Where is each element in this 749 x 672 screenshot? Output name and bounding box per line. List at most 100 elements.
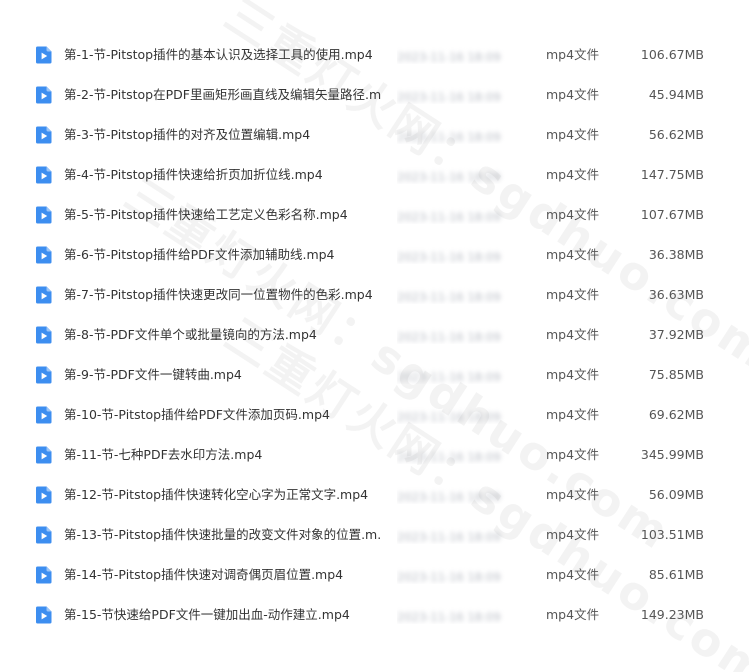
file-size: 37.92MB: [648, 327, 704, 342]
file-type: mp4文件: [546, 567, 600, 582]
file-size: 85.61MB: [648, 567, 704, 582]
file-list: 第-1-节-Pitstop插件的基本认识及选择工具的使用.mp4 2023-11…: [0, 35, 749, 635]
file-modified-date: 2023-11-16 18:09: [397, 326, 507, 344]
file-row[interactable]: 第-14-节-Pitstop插件快速对调奇偶页眉位置.mp4 2023-11-1…: [0, 555, 749, 595]
file-modified-date: 2023-11-16 18:09: [397, 126, 507, 144]
file-row[interactable]: 第-15-节快速给PDF文件一键加出血-动作建立.mp4 2023-11-16 …: [0, 595, 749, 635]
file-date-text: 2023-11-16 18:09: [397, 250, 501, 264]
file-type: mp4文件: [546, 527, 600, 542]
video-file-icon: [36, 126, 52, 144]
file-modified-date: 2023-11-16 18:09: [397, 86, 507, 104]
video-file-icon: [36, 606, 52, 624]
file-size: 147.75MB: [640, 167, 704, 182]
file-date-text: 2023-11-16 18:09: [397, 130, 501, 144]
file-type: mp4文件: [546, 327, 600, 342]
file-date-text: 2023-11-16 18:09: [397, 490, 501, 504]
file-type: mp4文件: [546, 87, 600, 102]
file-name: 第-3-节-Pitstop插件的对齐及位置编辑.mp4: [64, 127, 311, 142]
file-name: 第-9-节-PDF文件一键转曲.mp4: [64, 367, 242, 382]
file-row[interactable]: 第-5-节-Pitstop插件快速给工艺定义色彩名称.mp4 2023-11-1…: [0, 195, 749, 235]
file-row[interactable]: 第-2-节-Pitstop在PDF里画矩形画直线及编辑矢量路径.m... 202…: [0, 75, 749, 115]
file-modified-date: 2023-11-16 18:09: [397, 486, 507, 504]
file-row[interactable]: 第-11-节-七种PDF去水印方法.mp4 2023-11-16 18:09 m…: [0, 435, 749, 475]
file-name: 第-10-节-Pitstop插件给PDF文件添加页码.mp4: [64, 407, 330, 422]
video-file-icon: [36, 566, 52, 584]
file-size: 69.62MB: [648, 407, 704, 422]
file-row[interactable]: 第-7-节-Pitstop插件快速更改同一位置物件的色彩.mp4 2023-11…: [0, 275, 749, 315]
file-date-text: 2023-11-16 18:09: [397, 410, 501, 424]
file-size: 36.63MB: [648, 287, 704, 302]
file-size: 103.51MB: [640, 527, 704, 542]
file-row[interactable]: 第-3-节-Pitstop插件的对齐及位置编辑.mp4 2023-11-16 1…: [0, 115, 749, 155]
video-file-icon: [36, 206, 52, 224]
file-date-text: 2023-11-16 18:09: [397, 210, 501, 224]
file-name: 第-1-节-Pitstop插件的基本认识及选择工具的使用.mp4: [64, 47, 373, 62]
file-row[interactable]: 第-10-节-Pitstop插件给PDF文件添加页码.mp4 2023-11-1…: [0, 395, 749, 435]
file-size: 56.09MB: [648, 487, 704, 502]
file-type: mp4文件: [546, 487, 600, 502]
file-date-text: 2023-11-16 18:09: [397, 570, 501, 584]
file-modified-date: 2023-11-16 18:09: [397, 406, 507, 424]
file-name: 第-8-节-PDF文件单个或批量镜向的方法.mp4: [64, 327, 317, 342]
file-size: 107.67MB: [640, 207, 704, 222]
file-type: mp4文件: [546, 607, 600, 622]
file-date-text: 2023-11-16 18:09: [397, 170, 501, 184]
file-date-text: 2023-11-16 18:09: [397, 610, 501, 624]
file-name: 第-4-节-Pitstop插件快速给折页加折位线.mp4: [64, 167, 323, 182]
file-row[interactable]: 第-6-节-Pitstop插件给PDF文件添加辅助线.mp4 2023-11-1…: [0, 235, 749, 275]
file-modified-date: 2023-11-16 18:09: [397, 46, 507, 64]
file-date-text: 2023-11-16 18:09: [397, 50, 501, 64]
video-file-icon: [36, 286, 52, 304]
file-name: 第-13-节-Pitstop插件快速批量的改变文件对象的位置.m...: [64, 527, 382, 542]
file-modified-date: 2023-11-16 18:09: [397, 366, 507, 384]
video-file-icon: [36, 406, 52, 424]
file-date-text: 2023-11-16 18:09: [397, 370, 501, 384]
video-file-icon: [36, 366, 52, 384]
file-type: mp4文件: [546, 407, 600, 422]
file-size: 75.85MB: [648, 367, 704, 382]
file-name: 第-2-节-Pitstop在PDF里画矩形画直线及编辑矢量路径.m...: [64, 87, 382, 102]
file-row[interactable]: 第-1-节-Pitstop插件的基本认识及选择工具的使用.mp4 2023-11…: [0, 35, 749, 75]
file-type: mp4文件: [546, 367, 600, 382]
file-name: 第-12-节-Pitstop插件快速转化空心字为正常文字.mp4: [64, 487, 369, 502]
file-type: mp4文件: [546, 247, 600, 262]
video-file-icon: [36, 166, 52, 184]
file-name: 第-15-节快速给PDF文件一键加出血-动作建立.mp4: [64, 607, 350, 622]
file-type: mp4文件: [546, 287, 600, 302]
file-name: 第-14-节-Pitstop插件快速对调奇偶页眉位置.mp4: [64, 567, 344, 582]
file-date-text: 2023-11-16 18:09: [397, 450, 501, 464]
file-modified-date: 2023-11-16 18:09: [397, 246, 507, 264]
file-date-text: 2023-11-16 18:09: [397, 530, 501, 544]
file-date-text: 2023-11-16 18:09: [397, 90, 501, 104]
file-modified-date: 2023-11-16 18:09: [397, 446, 507, 464]
file-name: 第-6-节-Pitstop插件给PDF文件添加辅助线.mp4: [64, 247, 335, 262]
video-file-icon: [36, 246, 52, 264]
file-size: 56.62MB: [648, 127, 704, 142]
video-file-icon: [36, 526, 52, 544]
file-size: 36.38MB: [648, 247, 704, 262]
file-modified-date: 2023-11-16 18:09: [397, 566, 507, 584]
video-file-icon: [36, 46, 52, 64]
file-name: 第-5-节-Pitstop插件快速给工艺定义色彩名称.mp4: [64, 207, 348, 222]
file-modified-date: 2023-11-16 18:09: [397, 166, 507, 184]
file-row[interactable]: 第-9-节-PDF文件一键转曲.mp4 2023-11-16 18:09 mp4…: [0, 355, 749, 395]
file-row[interactable]: 第-8-节-PDF文件单个或批量镜向的方法.mp4 2023-11-16 18:…: [0, 315, 749, 355]
file-row[interactable]: 第-13-节-Pitstop插件快速批量的改变文件对象的位置.m... 2023…: [0, 515, 749, 555]
file-name: 第-7-节-Pitstop插件快速更改同一位置物件的色彩.mp4: [64, 287, 373, 302]
file-modified-date: 2023-11-16 18:09: [397, 206, 507, 224]
file-type: mp4文件: [546, 47, 600, 62]
file-type: mp4文件: [546, 207, 600, 222]
file-size: 149.23MB: [640, 607, 704, 622]
file-date-text: 2023-11-16 18:09: [397, 330, 501, 344]
file-size: 45.94MB: [648, 87, 704, 102]
file-size: 345.99MB: [640, 447, 704, 462]
file-modified-date: 2023-11-16 18:09: [397, 526, 507, 544]
file-row[interactable]: 第-12-节-Pitstop插件快速转化空心字为正常文字.mp4 2023-11…: [0, 475, 749, 515]
file-type: mp4文件: [546, 127, 600, 142]
file-type: mp4文件: [546, 447, 600, 462]
file-row[interactable]: 第-4-节-Pitstop插件快速给折页加折位线.mp4 2023-11-16 …: [0, 155, 749, 195]
video-file-icon: [36, 486, 52, 504]
file-modified-date: 2023-11-16 18:09: [397, 286, 507, 304]
file-date-text: 2023-11-16 18:09: [397, 290, 501, 304]
file-name: 第-11-节-七种PDF去水印方法.mp4: [64, 447, 263, 462]
